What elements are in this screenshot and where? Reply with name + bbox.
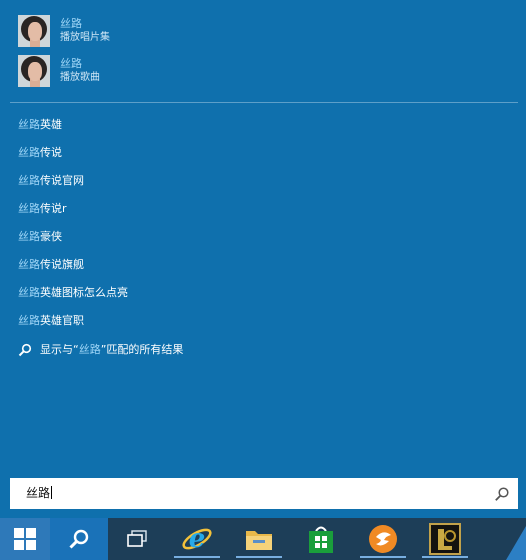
svg-text:e: e <box>189 524 206 554</box>
suggestion-item[interactable]: 丝路英雄 <box>18 116 62 134</box>
start-button[interactable] <box>0 518 50 560</box>
media-result-subtitle: 播放唱片集 <box>60 32 110 43</box>
media-result-title: 丝路 <box>60 17 82 30</box>
search-icon <box>18 343 32 357</box>
suggestion-rest: 传说旗舰 <box>40 258 84 271</box>
search-icon[interactable] <box>494 486 510 502</box>
league-of-legends-icon <box>429 523 461 555</box>
suggestion-rest: 豪侠 <box>40 230 62 243</box>
taskbar-app-league-of-legends[interactable] <box>416 520 474 558</box>
suggestion-rest: 传说 <box>40 146 62 159</box>
search-box[interactable]: 丝路 <box>10 478 518 509</box>
thunder-icon <box>369 525 397 553</box>
suggestion-item[interactable]: 丝路英雄图标怎么点亮 <box>18 284 128 302</box>
suggestion-match: 丝路 <box>18 230 40 243</box>
suggestion-item[interactable]: 丝路豪侠 <box>18 228 62 246</box>
divider <box>10 102 518 103</box>
show-all-prefix: 显示与“ <box>40 343 79 356</box>
taskbar-search-button[interactable] <box>50 518 108 560</box>
search-icon <box>69 529 89 549</box>
suggestion-match: 丝路 <box>18 118 40 131</box>
suggestion-match: 丝路 <box>18 174 40 187</box>
suggestion-item[interactable]: 丝路传说旗舰 <box>18 256 84 274</box>
suggestion-match: 丝路 <box>18 314 40 327</box>
taskbar-app-thunder[interactable] <box>354 520 412 558</box>
show-all-results-link[interactable]: 显示与“ 丝路 ”匹配的所有结果 <box>18 341 183 359</box>
suggestion-match: 丝路 <box>18 286 40 299</box>
artist-thumbnail <box>18 55 50 87</box>
search-input[interactable]: 丝路 <box>26 485 53 501</box>
start-search-panel: 丝路 播放唱片集 丝路 播放歌曲 丝路英雄 丝路传说 丝路传说官网 丝路传说r … <box>0 0 526 518</box>
suggestion-match: 丝路 <box>18 146 40 159</box>
media-result-song[interactable]: 丝路 播放歌曲 <box>18 54 318 88</box>
media-result-subtitle: 播放歌曲 <box>60 72 100 83</box>
suggestion-match: 丝路 <box>18 258 40 271</box>
suggestion-rest: 英雄官职 <box>40 314 84 327</box>
file-explorer-icon <box>246 531 272 550</box>
taskbar: e <box>0 518 526 560</box>
text-caret <box>51 486 53 499</box>
task-view-icon <box>127 530 147 547</box>
suggestion-rest: 传说r <box>40 202 67 215</box>
suggestion-item[interactable]: 丝路传说r <box>18 200 67 218</box>
start-icon <box>14 528 36 550</box>
media-result-title: 丝路 <box>60 57 82 70</box>
taskbar-app-internet-explorer[interactable]: e <box>168 520 226 558</box>
taskbar-app-store[interactable] <box>292 520 350 558</box>
store-icon <box>309 526 333 553</box>
suggestion-rest: 传说官网 <box>40 174 84 187</box>
internet-explorer-icon: e <box>182 524 212 554</box>
artist-thumbnail <box>18 15 50 47</box>
show-all-suffix: ”匹配的所有结果 <box>100 343 184 356</box>
suggestion-item[interactable]: 丝路传说官网 <box>18 172 84 190</box>
show-all-query: 丝路 <box>78 343 101 356</box>
suggestion-item[interactable]: 丝路传说 <box>18 144 62 162</box>
media-result-album[interactable]: 丝路 播放唱片集 <box>18 14 318 48</box>
search-input-value: 丝路 <box>26 486 51 500</box>
task-view-button[interactable] <box>108 518 166 560</box>
suggestion-item[interactable]: 丝路英雄官职 <box>18 312 84 330</box>
desktop-corner-icon <box>506 526 526 560</box>
taskbar-app-file-explorer[interactable] <box>230 520 288 558</box>
suggestion-rest: 英雄图标怎么点亮 <box>40 286 128 299</box>
suggestion-match: 丝路 <box>18 202 40 215</box>
suggestion-rest: 英雄 <box>40 118 62 131</box>
